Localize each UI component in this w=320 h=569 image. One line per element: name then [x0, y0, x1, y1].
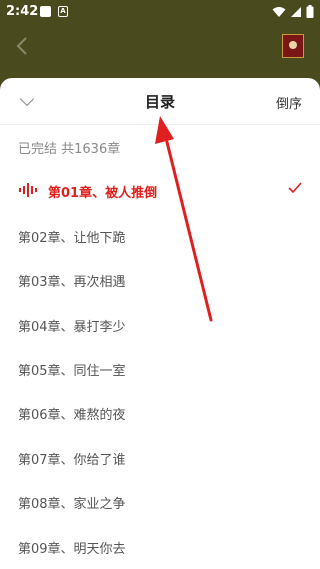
chapter-item[interactable]: 第03章、再次相遇: [0, 257, 320, 301]
chapter-title: 第02章、让他下跪: [18, 231, 126, 246]
chapter-title: 第06章、难熬的夜: [18, 408, 126, 423]
sheet-title: 目录: [144, 93, 175, 111]
audio-wave-icon: [19, 183, 37, 197]
chapter-item[interactable]: 第08章、家业之争: [0, 479, 320, 523]
chapter-title: 第01章、被人推倒: [48, 186, 158, 201]
status-time: 2:42: [6, 4, 39, 19]
sheet-header: 目录 倒序: [0, 78, 320, 125]
chapter-item[interactable]: 第07章、你给了谁: [0, 435, 320, 479]
reverse-order-button[interactable]: 倒序: [276, 93, 302, 112]
chapter-item[interactable]: 第04章、暴打李少: [0, 302, 320, 346]
chapter-title: 第04章、暴打李少: [18, 320, 126, 335]
chapter-item[interactable]: 第05章、同住一室: [0, 346, 320, 390]
battery-icon: [306, 5, 314, 18]
checkmark-icon: [288, 182, 302, 194]
status-bar: 2:42 A: [0, 0, 320, 24]
back-button[interactable]: [16, 36, 36, 56]
chapter-title: 第05章、同住一室: [18, 364, 126, 379]
book-cover-thumbnail[interactable]: [282, 34, 304, 58]
chapter-item[interactable]: 第02章、让他下跪: [0, 213, 320, 257]
chapter-title: 第03章、再次相遇: [18, 275, 126, 290]
wifi-icon: [272, 6, 286, 17]
table-of-contents-sheet: 目录 倒序 已完结 共1636章 第01章、被人推倒 第02章、让他下跪 第03…: [0, 78, 320, 569]
signal-icon: [291, 6, 301, 17]
reader-top-bar: [0, 24, 320, 78]
chapter-item-current[interactable]: 第01章、被人推倒: [0, 168, 320, 212]
chapter-item[interactable]: 第06章、难熬的夜: [0, 390, 320, 434]
notification-icon: [40, 6, 51, 17]
chapter-item[interactable]: 第09章、明天你去: [0, 524, 320, 568]
chapter-title: 第09章、明天你去: [18, 542, 126, 557]
app-notification-icon: A: [58, 6, 68, 17]
book-status-text: 已完结 共1636章: [18, 142, 121, 157]
chapter-title: 第08章、家业之争: [18, 497, 126, 512]
back-arrow-icon: [16, 37, 27, 55]
chapter-title: 第07章、你给了谁: [18, 453, 126, 468]
